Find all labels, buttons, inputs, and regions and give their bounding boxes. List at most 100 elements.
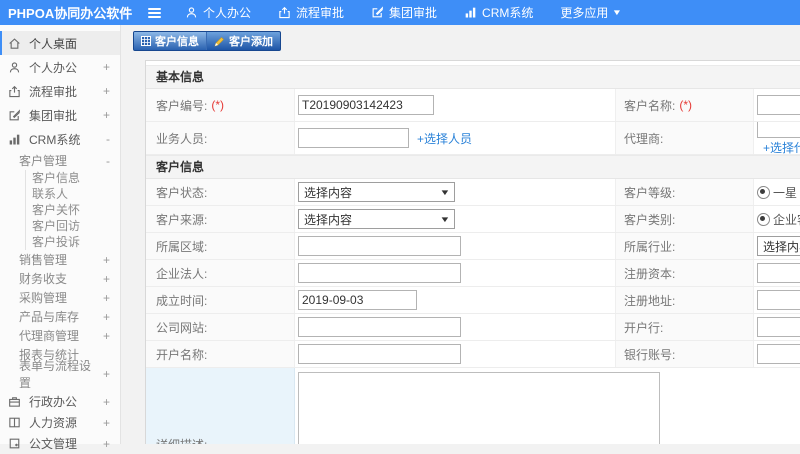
field-label-region: 所属区域: <box>146 233 295 259</box>
expand-icon[interactable]: + <box>103 310 110 324</box>
expand-icon[interactable]: + <box>103 291 110 305</box>
tab-customer-info[interactable]: 客户信息 <box>134 32 206 50</box>
expand-icon[interactable]: + <box>103 84 110 98</box>
customer-no-input[interactable] <box>298 95 434 115</box>
sidebar-group-label: 代理商管理 <box>19 329 80 343</box>
sidebar-item-label: 流程审批 <box>29 84 78 99</box>
tab-customer-add[interactable]: 客户添加 <box>206 32 280 50</box>
sidebar-subitem-customer-care[interactable]: 客户关怀 <box>32 202 120 218</box>
top-menu-label: CRM系统 <box>482 6 534 20</box>
home-icon <box>9 37 20 49</box>
select-person-link[interactable]: +选择人员 <box>417 130 472 147</box>
industry-select[interactable]: 选择内容 ▼ <box>757 236 800 256</box>
sidebar-item-label: 个人桌面 <box>29 36 78 51</box>
field-label-description: 详细描述: <box>146 368 295 444</box>
field-label-registered-address: 注册地址: <box>616 287 754 313</box>
top-menu-more-apps[interactable]: 更多应用 ▼ <box>560 4 622 21</box>
description-textarea[interactable] <box>298 372 660 444</box>
registered-address-input[interactable] <box>757 290 800 310</box>
customer-status-select[interactable]: 选择内容 ▼ <box>298 182 455 202</box>
form-row: 成立时间: 注册地址: <box>146 287 800 314</box>
field-label-website: 公司网站: <box>146 314 295 340</box>
top-menu-crm-system[interactable]: CRM系统 <box>464 4 533 21</box>
sidebar-group-purchasing[interactable]: 采购管理 + <box>0 288 120 307</box>
edit-square-icon <box>9 108 21 120</box>
sidebar-item-admin-office[interactable]: 行政办公 + <box>0 391 120 412</box>
sidebar-item-personal-desktop[interactable]: 个人桌面 <box>0 31 120 55</box>
top-menu-label: 流程审批 <box>296 6 345 20</box>
sidebar-item-label: 集团审批 <box>29 108 78 123</box>
bank-account-input[interactable] <box>757 344 800 364</box>
user-icon <box>186 7 197 18</box>
sidebar-subitem-customer-complaints[interactable]: 客户投诉 <box>32 234 120 250</box>
sidebar-group-products-inventory[interactable]: 产品与库存 + <box>0 307 120 326</box>
expand-icon[interactable]: + <box>103 60 110 74</box>
sidebar-item-label: 个人办公 <box>29 60 78 75</box>
sidebar-item-personal-office[interactable]: 个人办公 + <box>0 55 120 79</box>
top-menu-group-approval[interactable]: 集团审批 <box>371 4 437 21</box>
sidebar-item-crm-system[interactable]: CRM系统 - <box>0 127 120 151</box>
sidebar-group-form-flow-settings[interactable]: 表单与流程设置 + <box>0 359 120 390</box>
customer-source-select[interactable]: 选择内容 ▼ <box>298 209 455 229</box>
required-mark: (*) <box>679 98 693 112</box>
top-menu-flow-approval[interactable]: 流程审批 <box>278 4 344 21</box>
founded-date-input[interactable] <box>298 290 417 310</box>
menu-toggle-button[interactable] <box>144 4 165 22</box>
collapse-icon[interactable]: - <box>106 154 110 168</box>
field-label-legal-person: 企业法人: <box>146 260 295 286</box>
sidebar-item-label: 人力资源 <box>29 416 78 430</box>
expand-icon[interactable]: + <box>103 272 110 286</box>
expand-icon[interactable]: + <box>103 416 110 430</box>
sidebar-item-label: 行政办公 <box>29 395 78 409</box>
sidebar-subitem-customer-info[interactable]: 客户信息 <box>32 170 120 186</box>
sidebar-subitem-customer-followup[interactable]: 客户回访 <box>32 218 120 234</box>
field-label-agent: 代理商: <box>616 122 754 154</box>
legal-person-input[interactable] <box>298 263 461 283</box>
field-label-customer-no: 客户编号: (*) <box>146 89 295 121</box>
top-menu-label: 集团审批 <box>389 6 438 20</box>
expand-icon[interactable]: + <box>103 367 110 381</box>
top-menu-personal-office[interactable]: 个人办公 <box>185 4 251 21</box>
field-label-customer-type: 客户类别: <box>616 206 754 232</box>
form-row: 公司网站: 开户行: <box>146 314 800 341</box>
form-row: 开户名称: 银行账号: <box>146 341 800 368</box>
sidebar-item-label: CRM系统 <box>29 132 81 147</box>
top-navigation-bar: PHPOA协同办公软件 个人办公 流程审批 集团审批 CRM系统 更多应用 ▼ <box>0 0 800 25</box>
sidebar-group-finance[interactable]: 财务收支 + <box>0 269 120 288</box>
agent-input[interactable] <box>757 122 800 138</box>
account-name-input[interactable] <box>298 344 461 364</box>
bank-input[interactable] <box>757 317 800 337</box>
form-row: 企业法人: 注册资本: <box>146 260 800 287</box>
registered-capital-input[interactable] <box>757 263 800 283</box>
expand-icon[interactable]: + <box>103 395 110 409</box>
form-row: 客户编号: (*) 客户名称: (*) <box>146 89 800 122</box>
select-agent-link[interactable]: +选择代理商 <box>763 139 800 154</box>
field-label-account-name: 开户名称: <box>146 341 295 367</box>
sidebar-item-flow-approval[interactable]: 流程审批 + <box>0 79 120 103</box>
sidebar-group-customer-management[interactable]: 客户管理 - <box>0 151 120 170</box>
sidebar-subitem-contacts[interactable]: 联系人 <box>32 186 120 202</box>
sidebar-group-label: 客户管理 <box>19 154 68 168</box>
sidebar-item-human-resources[interactable]: 人力资源 + <box>0 412 120 433</box>
radio-label: 一星 <box>773 185 798 200</box>
sidebar-item-group-approval[interactable]: 集团审批 + <box>0 103 120 127</box>
customer-name-input[interactable] <box>757 95 800 115</box>
sidebar-group-sales-management[interactable]: 销售管理 + <box>0 250 120 269</box>
sidebar-group-agent-management[interactable]: 代理商管理 + <box>0 326 120 345</box>
customer-level-radio-selected[interactable] <box>757 185 770 199</box>
customer-submenu: 客户信息 联系人 客户关怀 客户回访 客户投诉 <box>25 170 120 250</box>
sales-person-input[interactable] <box>298 128 409 148</box>
field-label-registered-capital: 注册资本: <box>616 260 754 286</box>
sidebar-group-label: 产品与库存 <box>19 310 80 324</box>
expand-icon[interactable]: + <box>103 108 110 122</box>
expand-icon[interactable]: + <box>103 329 110 343</box>
collapse-icon[interactable]: - <box>106 132 110 146</box>
customer-type-radio-selected[interactable] <box>757 212 770 226</box>
caret-down-icon: ▼ <box>439 214 451 224</box>
field-label-customer-status: 客户状态: <box>146 179 295 205</box>
website-input[interactable] <box>298 317 461 337</box>
region-input[interactable] <box>298 236 461 256</box>
expand-icon[interactable]: + <box>103 253 110 267</box>
app-logo[interactable]: PHPOA协同办公软件 <box>0 3 132 22</box>
sidebar-group-label: 表单与流程设置 <box>19 358 92 390</box>
